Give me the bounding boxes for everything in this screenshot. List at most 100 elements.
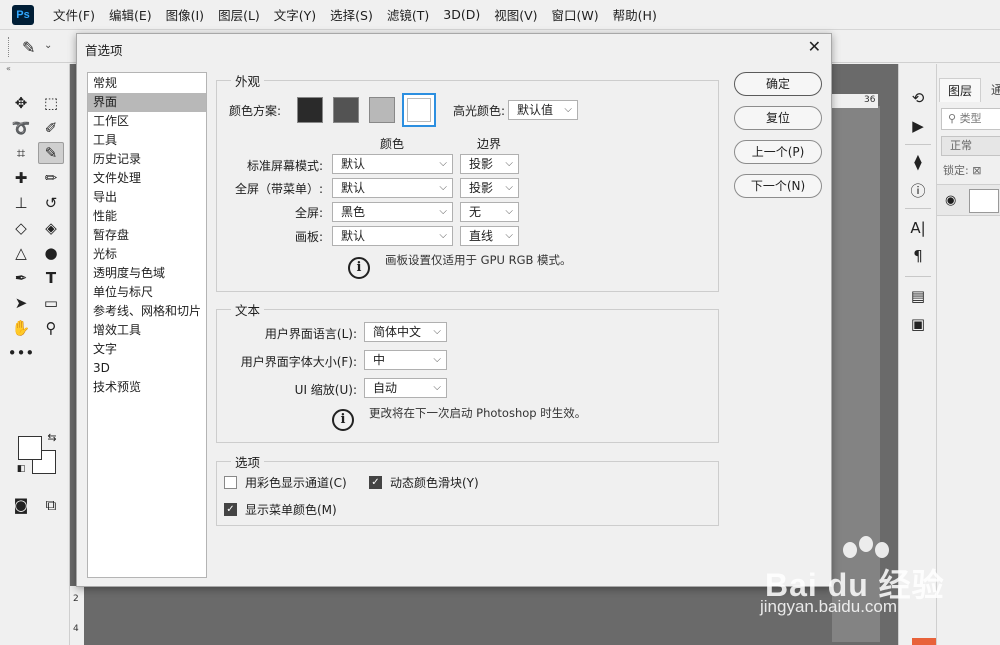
foreground-color-swatch[interactable] [18, 436, 42, 460]
libraries-panel-icon[interactable]: ▤ [908, 286, 928, 306]
zoom-tool-icon[interactable]: ⚲ [38, 317, 64, 339]
category-performance[interactable]: 性能 [88, 207, 206, 226]
menu-help[interactable]: 帮助(H) [606, 5, 664, 24]
pen-tool-icon[interactable]: ✒ [8, 267, 34, 289]
category-type[interactable]: 文字 [88, 340, 206, 359]
category-export[interactable]: 导出 [88, 188, 206, 207]
notes-panel-icon[interactable]: ▣ [908, 314, 928, 334]
menu-colors-checkbox[interactable]: ✓ [224, 503, 237, 516]
tab-channels[interactable]: 通 [983, 78, 1000, 102]
highlight-color-select[interactable]: 默认值 ⌵ [508, 100, 578, 120]
eyedropper-icon[interactable]: ✎ [22, 38, 35, 57]
category-interface[interactable]: 界面 [88, 93, 206, 112]
chevron-down-icon: ⌵ [439, 230, 447, 241]
panel-separator [905, 276, 931, 277]
eye-icon[interactable]: ◉ [945, 193, 956, 208]
reset-button[interactable]: 复位 [734, 106, 822, 130]
category-plugins[interactable]: 增效工具 [88, 321, 206, 340]
category-file-handling[interactable]: 文件处理 [88, 169, 206, 188]
menu-edit[interactable]: 编辑(E) [102, 5, 159, 24]
previous-button[interactable]: 上一个(P) [734, 140, 822, 164]
menu-filter[interactable]: 滤镜(T) [380, 5, 436, 24]
eraser-tool-icon[interactable]: ◇ [8, 217, 34, 239]
panel-collapse-icon[interactable]: « [0, 64, 70, 74]
fullscreen-menu-border-select[interactable]: 投影 ⌵ [460, 178, 519, 198]
category-history[interactable]: 历史记录 [88, 150, 206, 169]
paragraph-panel-icon[interactable]: ¶ [908, 246, 928, 266]
lock-pixels-icon[interactable]: ⊠ [972, 164, 981, 177]
menu-view[interactable]: 视图(V) [487, 5, 544, 24]
info-panel-icon[interactable]: ⓘ [908, 180, 928, 200]
color-scheme-light[interactable] [402, 93, 436, 127]
fullscreen-menu-color-select[interactable]: 默认 ⌵ [332, 178, 453, 198]
history-panel-icon[interactable]: ⟲ [908, 88, 928, 108]
more-tools-icon[interactable]: ••• [8, 342, 35, 364]
quick-mask-icon[interactable]: ◙ [8, 494, 34, 516]
category-tech-preview[interactable]: 技术预览 [88, 378, 206, 397]
ui-scaling-select[interactable]: 自动 ⌵ [364, 378, 447, 398]
menu-layer[interactable]: 图层(L) [211, 5, 267, 24]
standard-screen-border-select[interactable]: 投影 ⌵ [460, 154, 519, 174]
layer-filter-input[interactable]: ⚲ 类型 [941, 108, 1000, 130]
menu-select[interactable]: 选择(S) [323, 5, 380, 24]
category-3d[interactable]: 3D [88, 359, 206, 378]
menu-file[interactable]: 文件(F) [46, 5, 102, 24]
color-channels-checkbox[interactable] [224, 476, 237, 489]
color-scheme-dark[interactable] [333, 97, 359, 123]
screen-mode-icon[interactable]: ⧉ [38, 494, 64, 516]
blur-tool-icon[interactable]: △ [8, 242, 34, 264]
dynamic-color-sliders-checkbox[interactable]: ✓ [369, 476, 382, 489]
menu-type[interactable]: 文字(Y) [267, 5, 323, 24]
color-scheme-darkest[interactable] [297, 97, 323, 123]
eyedropper-tool-icon[interactable]: ✎ [38, 142, 64, 164]
paint-bucket-icon[interactable]: ◈ [38, 217, 64, 239]
next-button[interactable]: 下一个(N) [734, 174, 822, 198]
close-icon[interactable]: ✕ [808, 37, 821, 56]
3d-panel-icon[interactable]: ⧫ [908, 152, 928, 172]
chevron-down-icon[interactable]: ⌄ [44, 40, 52, 51]
crop-tool-icon[interactable]: ⌗ [8, 142, 34, 164]
brush-tool-icon[interactable]: ✏ [38, 167, 64, 189]
category-units-rulers[interactable]: 单位与标尺 [88, 283, 206, 302]
options-bar-grip[interactable] [8, 37, 10, 57]
rectangle-tool-icon[interactable]: ▭ [38, 292, 64, 314]
menu-image[interactable]: 图像(I) [159, 5, 211, 24]
clone-stamp-icon[interactable]: ⊥ [8, 192, 34, 214]
lasso-tool-icon[interactable]: ➰ [8, 117, 34, 139]
layer-row[interactable]: ◉ [937, 184, 1000, 216]
fullscreen-border-select[interactable]: 无 ⌵ [460, 202, 519, 222]
category-transparency[interactable]: 透明度与色域 [88, 264, 206, 283]
marquee-tool-icon[interactable]: ⬚ [38, 92, 64, 114]
category-guides-grid[interactable]: 参考线、网格和切片 [88, 302, 206, 321]
actions-play-icon[interactable]: ▶ [908, 116, 928, 136]
blend-mode-select[interactable]: 正常 [941, 136, 1000, 156]
artboard-border-select[interactable]: 直线 ⌵ [460, 226, 519, 246]
watermark-url: jingyan.baidu.com [760, 597, 898, 616]
artboard-color-select[interactable]: 默认 ⌵ [332, 226, 453, 246]
tab-layers[interactable]: 图层 [939, 78, 982, 102]
move-tool-icon[interactable]: ✥ [8, 92, 34, 114]
category-tools[interactable]: 工具 [88, 131, 206, 150]
dodge-tool-icon[interactable]: ● [38, 242, 64, 264]
color-scheme-medium[interactable] [369, 97, 395, 123]
menu-window[interactable]: 窗口(W) [545, 5, 606, 24]
ok-button[interactable]: 确定 [734, 72, 822, 96]
healing-brush-icon[interactable]: ✚ [8, 167, 34, 189]
fullscreen-color-select[interactable]: 黑色 ⌵ [332, 202, 453, 222]
quick-select-tool-icon[interactable]: ✐ [38, 117, 64, 139]
ui-language-select[interactable]: 简体中文 ⌵ [364, 322, 447, 342]
category-scratch-disks[interactable]: 暂存盘 [88, 226, 206, 245]
standard-screen-color-select[interactable]: 默认 ⌵ [332, 154, 453, 174]
category-general[interactable]: 常规 [88, 74, 206, 93]
menu-3d[interactable]: 3D(D) [436, 7, 487, 22]
category-cursors[interactable]: 光标 [88, 245, 206, 264]
hand-tool-icon[interactable]: ✋ [8, 317, 34, 339]
type-tool-icon[interactable]: T [38, 267, 64, 289]
character-panel-icon[interactable]: A| [908, 218, 928, 238]
category-workspace[interactable]: 工作区 [88, 112, 206, 131]
default-colors-icon[interactable]: ◧ [14, 462, 28, 476]
path-select-icon[interactable]: ➤ [8, 292, 34, 314]
swap-colors-icon[interactable]: ⇆ [44, 430, 60, 444]
ui-font-size-select[interactable]: 中 ⌵ [364, 350, 447, 370]
history-brush-icon[interactable]: ↺ [38, 192, 64, 214]
